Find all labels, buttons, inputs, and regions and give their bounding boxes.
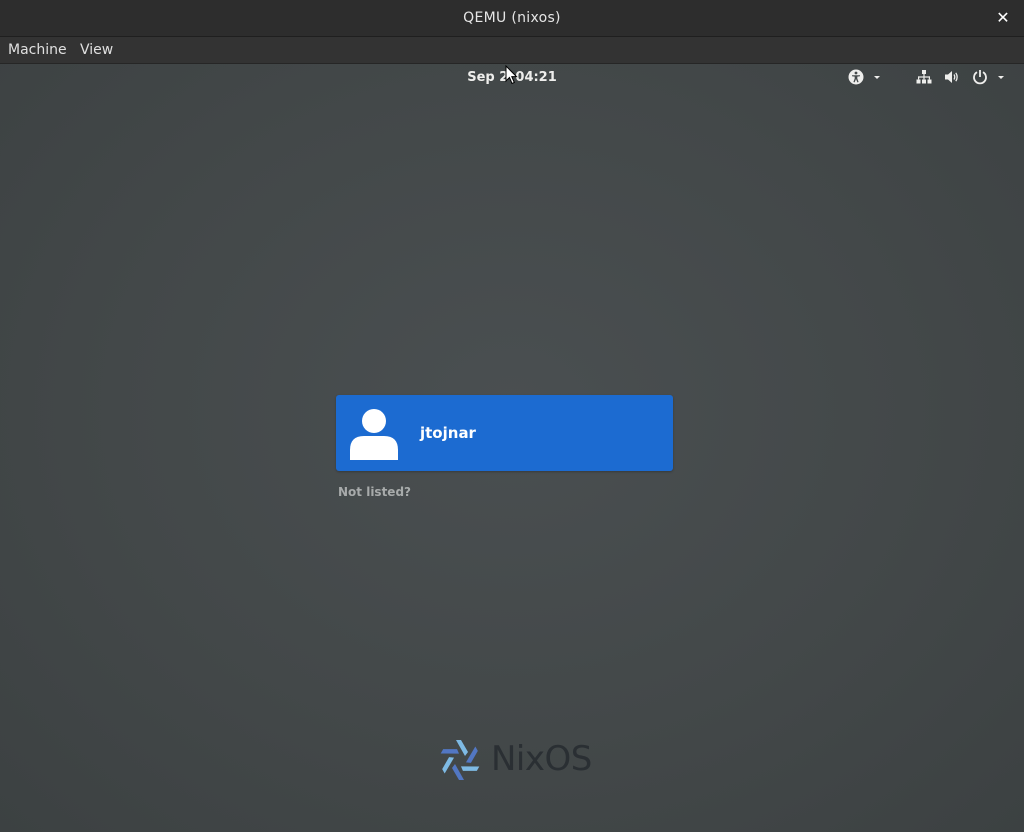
window-titlebar[interactable]: QEMU (nixos) ✕ xyxy=(0,0,1024,37)
mouse-cursor-icon xyxy=(505,65,518,85)
nixos-logo: NixOS xyxy=(436,736,596,784)
power-icon[interactable] xyxy=(972,69,1012,85)
volume-icon[interactable] xyxy=(944,69,960,85)
user-list-item[interactable]: jtojnar xyxy=(336,395,673,471)
user-name: jtojnar xyxy=(420,424,476,442)
menubar: Machine View xyxy=(0,37,1024,64)
login-screen: Sep 2 04:21 jtojnar Not listed? NixOS xyxy=(0,64,1024,832)
nixos-snowflake-icon xyxy=(440,740,480,780)
window-title: QEMU (nixos) xyxy=(463,10,561,26)
chevron-down-icon xyxy=(998,76,1004,79)
chevron-down-icon xyxy=(874,76,880,79)
network-icon[interactable] xyxy=(916,69,932,85)
close-icon[interactable]: ✕ xyxy=(992,7,1014,29)
user-avatar-icon xyxy=(349,408,399,460)
menu-view[interactable]: View xyxy=(80,42,113,58)
not-listed-link[interactable]: Not listed? xyxy=(338,485,411,499)
logo-text: NixOS xyxy=(491,739,592,779)
qemu-window: QEMU (nixos) ✕ Machine View Sep 2 04:21 xyxy=(0,0,1024,832)
accessibility-icon[interactable] xyxy=(848,69,880,85)
menu-machine[interactable]: Machine xyxy=(8,42,67,58)
